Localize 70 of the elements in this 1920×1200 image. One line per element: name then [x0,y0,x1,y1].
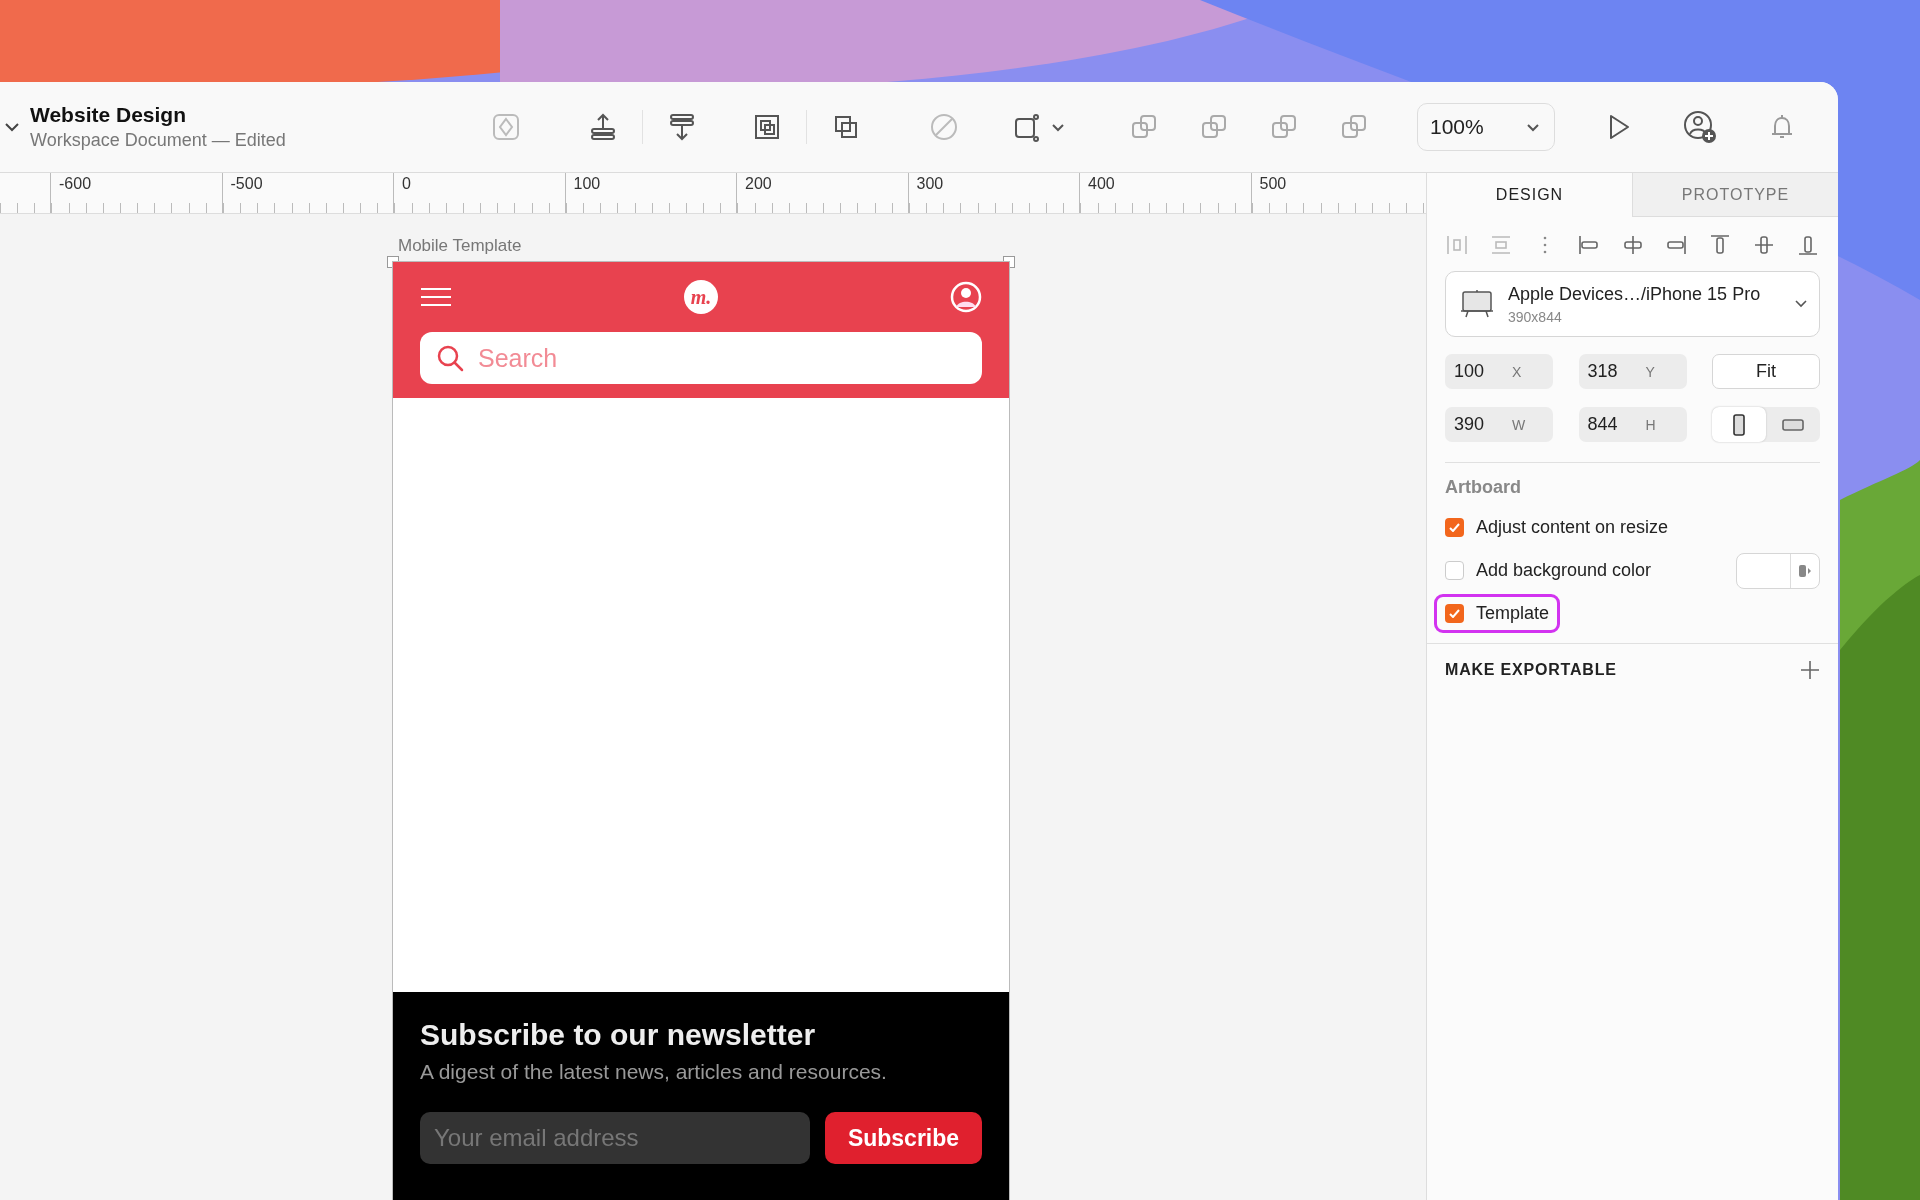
email-field[interactable]: Your email address [420,1112,810,1164]
number-field[interactable]: 390 W [1445,407,1553,442]
number-input[interactable]: 100 [1454,361,1506,382]
subscribe-button[interactable]: Subscribe [825,1112,982,1164]
align-right-icon[interactable] [1664,233,1689,257]
checkbox-option[interactable]: Add background color [1437,554,1660,587]
landscape-icon [1782,418,1804,431]
ruler-label: 300 [916,175,944,192]
document-title: Website Design [30,103,187,127]
number-input[interactable]: 844 [1587,414,1640,435]
number-field[interactable]: 844 H [1578,407,1687,442]
chevron-down-icon[interactable] [4,122,20,132]
checkbox-option[interactable]: Template [1437,597,1558,630]
bring-forward-icon [588,112,618,142]
add-user-icon [1683,110,1717,144]
component-icon [491,112,521,142]
field-label: X [1512,363,1522,380]
checkbox[interactable] [1445,604,1464,623]
checkmark-icon [1449,523,1460,532]
align-bottom-icon[interactable] [1796,233,1820,257]
color-fill-icon [1798,562,1812,579]
ruler-label: 500 [1259,175,1287,192]
search-bar[interactable]: Search [420,332,982,384]
ruler-label: 200 [745,175,772,192]
number-input[interactable]: 390 [1454,414,1506,435]
device-select[interactable]: Apple Devices…/iPhone 15 Pro 390x844 [1445,271,1820,337]
chevron-down-icon[interactable] [1051,122,1065,132]
menu-icon [420,287,452,307]
ruler-label: 0 [402,175,411,192]
align-left-icon[interactable] [1576,233,1601,257]
device-name: Apple Devices…/iPhone 15 Pro [1508,283,1762,305]
artboard-name[interactable]: Mobile Template [398,236,1426,256]
number-field[interactable]: 100 X [1445,354,1553,389]
add-icon[interactable] [1800,660,1820,680]
fit-button[interactable]: Fit [1712,354,1820,389]
zoom-select[interactable]: 100% [1417,103,1555,151]
number-input[interactable]: 318 [1587,361,1640,382]
field-label: H [1645,416,1656,433]
color-swatch[interactable] [1736,552,1820,589]
panel-tab[interactable]: PROTOTYPE [1632,173,1838,217]
group-icon [752,112,782,142]
portrait-button[interactable] [1712,407,1766,442]
ruler-label: -500 [230,175,263,192]
section-title: Artboard [1445,477,1522,498]
checkbox-option[interactable]: Adjust content on resize [1437,511,1677,544]
vector-icon [929,112,959,142]
search-icon [436,344,464,372]
ruler-label: -600 [59,175,92,192]
newsletter-text: A digest of the latest news, articles and resources. [420,1060,888,1084]
field-label: W [1512,416,1526,433]
ruler-label: 100 [573,175,601,192]
checkbox[interactable] [1445,518,1464,537]
field-label: Y [1645,363,1655,380]
ruler-label: 400 [1088,175,1115,192]
logo: m. [684,280,718,314]
search-field[interactable]: Search [476,342,982,374]
device-size: 390x844 [1508,308,1563,325]
chevron-down-icon [1526,122,1540,132]
checkmark-icon [1449,609,1460,618]
section-title: MAKE EXPORTABLE [1445,661,1617,679]
artboard[interactable]: m. Search Subscribe to our newsletter A digest of the latest news, articles and resources. Your email address Subscribe [393,262,1009,1200]
newsletter-title: Subscribe to our newsletter [420,1018,817,1052]
send-backward-icon [667,112,697,142]
checkbox[interactable] [1445,561,1464,580]
chevron-down-icon [1795,300,1807,308]
number-field[interactable]: 318 Y [1578,354,1687,389]
document-subtitle: Workspace Document — Edited [30,130,287,151]
portrait-icon [1733,413,1745,436]
user-icon [950,281,982,313]
artboard-icon [1460,289,1494,319]
